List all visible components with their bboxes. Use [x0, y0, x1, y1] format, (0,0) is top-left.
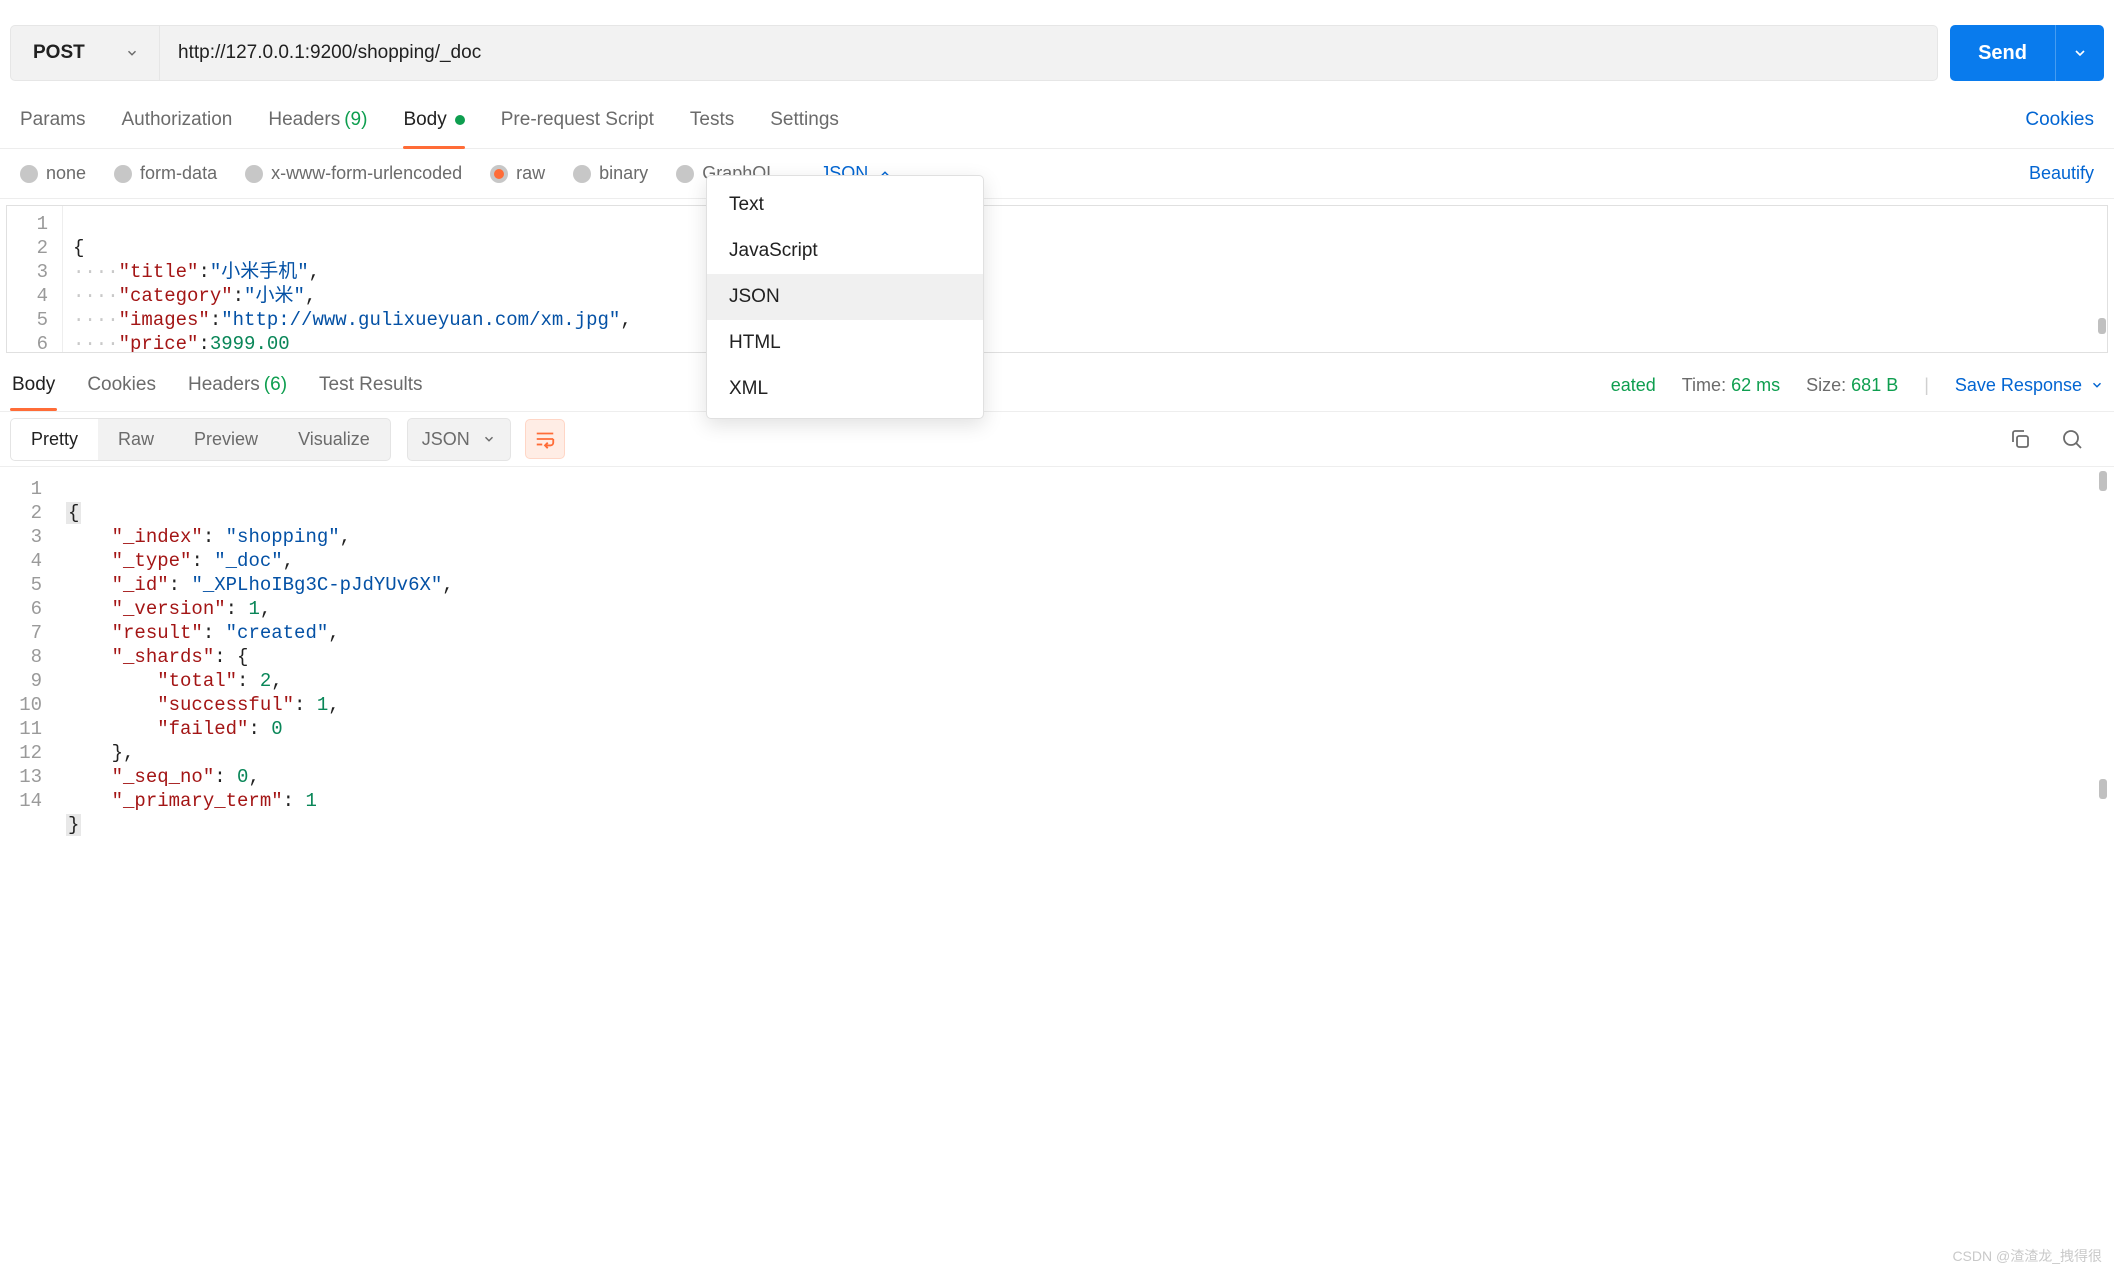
- editor-code: { ····"title":"小米手机", ····"category":"小米…: [63, 206, 632, 352]
- beautify-link[interactable]: Beautify: [2029, 163, 2094, 184]
- body-type-xwww[interactable]: x-www-form-urlencoded: [245, 163, 462, 184]
- view-visualize[interactable]: Visualize: [278, 419, 390, 460]
- chevron-down-icon: [125, 46, 139, 60]
- radio-icon: [20, 165, 38, 183]
- wrap-lines-button[interactable]: [525, 419, 565, 459]
- view-raw[interactable]: Raw: [98, 419, 174, 460]
- dropdown-item-html[interactable]: HTML: [707, 320, 983, 366]
- radio-icon: [245, 165, 263, 183]
- response-body-viewer[interactable]: 1234567891011121314 { "_index": "shoppin…: [0, 467, 2114, 817]
- body-type-raw[interactable]: raw: [490, 163, 545, 184]
- search-button[interactable]: [2060, 427, 2084, 451]
- response-view-segment: Pretty Raw Preview Visualize: [10, 418, 391, 461]
- radio-icon: [114, 165, 132, 183]
- tab-headers-label: Headers: [268, 109, 340, 131]
- body-type-formdata[interactable]: form-data: [114, 163, 217, 184]
- send-dropdown-button[interactable]: [2056, 25, 2104, 81]
- body-type-binary[interactable]: binary: [573, 163, 648, 184]
- dropdown-item-json[interactable]: JSON: [707, 274, 983, 320]
- radio-icon: [676, 165, 694, 183]
- request-body-editor[interactable]: 123456 { ····"title":"小米手机", ····"catego…: [6, 205, 2108, 353]
- scrollbar-thumb[interactable]: [2099, 779, 2107, 799]
- response-gutter: 1234567891011121314: [0, 471, 56, 817]
- tab-headers-count: (9): [344, 109, 367, 131]
- response-time: Time: 62 ms: [1682, 375, 1780, 396]
- modified-dot-icon: [455, 115, 465, 125]
- request-url-value: http://127.0.0.1:9200/shopping/_doc: [178, 42, 481, 64]
- chevron-down-icon: [482, 432, 496, 446]
- view-pretty[interactable]: Pretty: [11, 419, 98, 460]
- tab-authorization[interactable]: Authorization: [121, 91, 232, 148]
- view-preview[interactable]: Preview: [174, 419, 278, 460]
- tab-headers[interactable]: Headers (9): [268, 91, 367, 148]
- http-method-select[interactable]: POST: [10, 25, 160, 81]
- dropdown-item-text[interactable]: Text: [707, 182, 983, 228]
- scrollbar-thumb[interactable]: [2098, 318, 2106, 334]
- send-button[interactable]: Send: [1950, 25, 2056, 81]
- dropdown-item-xml[interactable]: XML: [707, 366, 983, 412]
- tab-params[interactable]: Params: [20, 91, 85, 148]
- radio-icon: [573, 165, 591, 183]
- save-response-button[interactable]: Save Response: [1955, 375, 2104, 396]
- watermark: CSDN @渣渣龙_拽得很: [1952, 1246, 2102, 1266]
- copy-button[interactable]: [2008, 427, 2032, 451]
- response-format-select[interactable]: JSON: [407, 418, 511, 461]
- cookies-link[interactable]: Cookies: [2025, 109, 2094, 131]
- http-method-label: POST: [33, 42, 85, 64]
- response-tab-cookies[interactable]: Cookies: [85, 359, 158, 411]
- request-url-input[interactable]: http://127.0.0.1:9200/shopping/_doc: [160, 25, 1938, 81]
- content-type-dropdown: Text JavaScript JSON HTML XML: [706, 175, 984, 419]
- wrap-icon: [534, 428, 556, 450]
- tab-prerequest[interactable]: Pre-request Script: [501, 91, 654, 148]
- dropdown-item-javascript[interactable]: JavaScript: [707, 228, 983, 274]
- response-tab-body[interactable]: Body: [10, 359, 57, 411]
- send-button-group: Send: [1950, 25, 2104, 81]
- radio-selected-icon: [490, 165, 508, 183]
- response-tab-testresults[interactable]: Test Results: [317, 359, 424, 411]
- chevron-down-icon: [2090, 378, 2104, 392]
- response-status: eated: [1611, 375, 1656, 396]
- body-type-none[interactable]: none: [20, 163, 86, 184]
- response-tab-headers[interactable]: Headers (6): [186, 359, 289, 411]
- scrollbar-thumb[interactable]: [2099, 471, 2107, 491]
- tab-tests[interactable]: Tests: [690, 91, 734, 148]
- response-size: Size: 681 B: [1806, 375, 1898, 396]
- tab-body-label: Body: [403, 109, 446, 131]
- response-code: { "_index": "shopping", "_type": "_doc",…: [56, 471, 454, 817]
- tab-body[interactable]: Body: [403, 91, 464, 148]
- chevron-down-icon: [2072, 45, 2088, 61]
- editor-gutter: 123456: [7, 206, 63, 352]
- tab-settings[interactable]: Settings: [770, 91, 839, 148]
